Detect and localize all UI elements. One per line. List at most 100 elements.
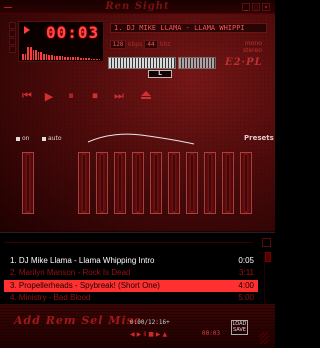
playlist-menu-labels[interactable]: Add Rem Sel Misc bbox=[14, 314, 142, 327]
eq-preamp-slider[interactable] bbox=[22, 152, 34, 214]
close-icon[interactable]: × bbox=[262, 3, 270, 11]
balance-slider[interactable] bbox=[178, 57, 216, 69]
eq-band-slider-5[interactable] bbox=[150, 152, 162, 214]
equalizer-bands bbox=[0, 152, 275, 214]
mini-eject-button[interactable]: ▲ bbox=[163, 331, 168, 338]
pause-button[interactable]: ⏸ bbox=[64, 89, 78, 102]
playlist-scrollbar[interactable] bbox=[264, 252, 271, 304]
eq-band-slider-4[interactable] bbox=[132, 152, 144, 214]
track-title: 3. Propellerheads - Spybreak! (Short One… bbox=[10, 281, 160, 290]
eject-button[interactable] bbox=[140, 91, 152, 102]
playlist[interactable]: 1. DJ Mike Llama - Llama Whipping Intro … bbox=[0, 252, 262, 304]
main-window: Ren Sight _ ▢ × 00:03 1. DJ MIKE LLAMA -… bbox=[0, 0, 275, 232]
eq-band-slider-3[interactable] bbox=[114, 152, 126, 214]
visualizer-bar bbox=[58, 56, 61, 60]
shade-icon[interactable]: ▢ bbox=[252, 3, 260, 11]
visualizer-bar bbox=[88, 58, 90, 60]
eq-auto-label: auto bbox=[48, 135, 62, 142]
eject-icon-bar bbox=[141, 97, 151, 99]
visualizer-bar bbox=[69, 57, 72, 60]
visualizer-bar bbox=[45, 54, 48, 60]
samplerate-value: 44 bbox=[144, 40, 158, 49]
resize-handle[interactable] bbox=[259, 332, 269, 344]
balance-knob[interactable]: L bbox=[148, 70, 172, 78]
spectrum-visualizer[interactable] bbox=[22, 46, 101, 60]
track-length: 5:00 bbox=[238, 293, 254, 302]
playlist-title-bar[interactable] bbox=[0, 232, 275, 252]
track-length: 4:00 bbox=[238, 281, 254, 290]
scrollbar-thumb[interactable] bbox=[265, 252, 271, 262]
stop-button[interactable]: ⏹ bbox=[88, 89, 102, 102]
eq-band-slider-10[interactable] bbox=[240, 152, 252, 214]
eq-auto-led bbox=[42, 136, 46, 141]
title-bar[interactable]: Ren Sight _ ▢ × bbox=[0, 0, 275, 14]
visualizer-bar bbox=[22, 54, 24, 60]
track-title: 4. Ministry - Bad Blood bbox=[10, 293, 91, 302]
mini-stop-button[interactable]: ■ bbox=[148, 331, 154, 338]
clutter-bar[interactable] bbox=[9, 22, 16, 54]
visualizer-bar bbox=[72, 57, 74, 60]
next-button[interactable]: ⏭ bbox=[112, 89, 126, 102]
eq-band-slider-7[interactable] bbox=[186, 152, 198, 214]
previous-button[interactable]: ⏮ bbox=[20, 89, 34, 102]
track-length: 0:05 bbox=[238, 256, 254, 265]
mini-pause-button[interactable]: Ⅱ bbox=[143, 331, 146, 338]
table-row[interactable]: 3. Propellerheads - Spybreak! (Short One… bbox=[4, 280, 258, 292]
visualizer-bar bbox=[66, 57, 69, 60]
visualizer-bar bbox=[61, 56, 64, 60]
visualizer-bar bbox=[48, 55, 51, 60]
bitrate-unit: kbps bbox=[128, 41, 143, 48]
track-length: 3:11 bbox=[239, 268, 254, 277]
samplerate-unit: khz bbox=[160, 41, 171, 48]
table-row[interactable]: 1. DJ Mike Llama - Llama Whipping Intro … bbox=[4, 255, 258, 267]
eq-band-slider-6[interactable] bbox=[168, 152, 180, 214]
stereo-label: stereo bbox=[243, 47, 262, 54]
visualizer-bar bbox=[74, 57, 77, 60]
eq-auto-toggle[interactable]: auto bbox=[42, 135, 62, 142]
eq-on-led bbox=[16, 136, 20, 141]
play-status-icon bbox=[24, 26, 30, 34]
mini-elapsed-time[interactable]: 00:03 bbox=[202, 330, 220, 337]
visualizer-bar bbox=[32, 50, 35, 60]
visualizer-bar bbox=[51, 55, 53, 60]
visualizer-bar bbox=[85, 58, 88, 60]
bitrate-value: 128 bbox=[110, 40, 126, 49]
playlist-title-line bbox=[4, 242, 253, 243]
skin-tag: E2·PL bbox=[225, 57, 263, 68]
visualizer-bar bbox=[98, 59, 101, 60]
minimize-icon[interactable]: _ bbox=[242, 3, 250, 11]
eq-band-slider-8[interactable] bbox=[204, 152, 216, 214]
elapsed-time[interactable]: 00:03 bbox=[46, 23, 99, 42]
eq-band-slider-1[interactable] bbox=[78, 152, 90, 214]
eq-on-label: on bbox=[22, 135, 30, 142]
mono-label: mono bbox=[244, 40, 262, 47]
mini-play-button[interactable]: ▶ bbox=[137, 331, 142, 338]
mini-previous-button[interactable]: ◀ bbox=[130, 331, 135, 338]
visualizer-bar bbox=[53, 56, 56, 60]
clutter-option-o[interactable] bbox=[9, 22, 16, 29]
table-row[interactable]: 2. Marilyn Manson - Rock Is Dead 3:11 bbox=[4, 267, 258, 279]
visualizer-bar bbox=[95, 59, 98, 60]
eq-on-toggle[interactable]: on bbox=[16, 135, 29, 142]
playlist-total-time: 0:00/12:16+ bbox=[130, 319, 170, 326]
eq-band-slider-2[interactable] bbox=[96, 152, 108, 214]
clutter-option-a[interactable] bbox=[9, 30, 16, 37]
song-title-marquee[interactable]: 1. DJ MIKE LLAMA - LLAMA WHIPPI bbox=[110, 23, 267, 33]
track-title: 1. DJ Mike Llama - Llama Whipping Intro bbox=[10, 256, 155, 265]
channel-indicator: mono stereo bbox=[243, 40, 262, 54]
visualizer-bar bbox=[56, 56, 58, 60]
play-button[interactable]: ▶ bbox=[42, 90, 56, 103]
playlist-close-icon[interactable] bbox=[262, 238, 271, 247]
list-options-button[interactable]: LOAD SAVE bbox=[231, 320, 248, 335]
eq-band-slider-9[interactable] bbox=[222, 152, 234, 214]
clutter-option-d[interactable] bbox=[9, 46, 16, 53]
clutter-option-i[interactable] bbox=[9, 38, 16, 45]
visualizer-bar bbox=[90, 59, 93, 60]
mini-next-button[interactable]: ▶ bbox=[156, 331, 161, 338]
track-title: 2. Marilyn Manson - Rock Is Dead bbox=[10, 268, 131, 277]
volume-slider[interactable] bbox=[108, 57, 176, 69]
eq-presets-button[interactable]: Presets bbox=[244, 134, 274, 142]
table-row[interactable]: 4. Ministry - Bad Blood 5:00 bbox=[4, 292, 258, 304]
visualizer-bar bbox=[77, 57, 80, 60]
visualizer-bar bbox=[82, 58, 85, 60]
